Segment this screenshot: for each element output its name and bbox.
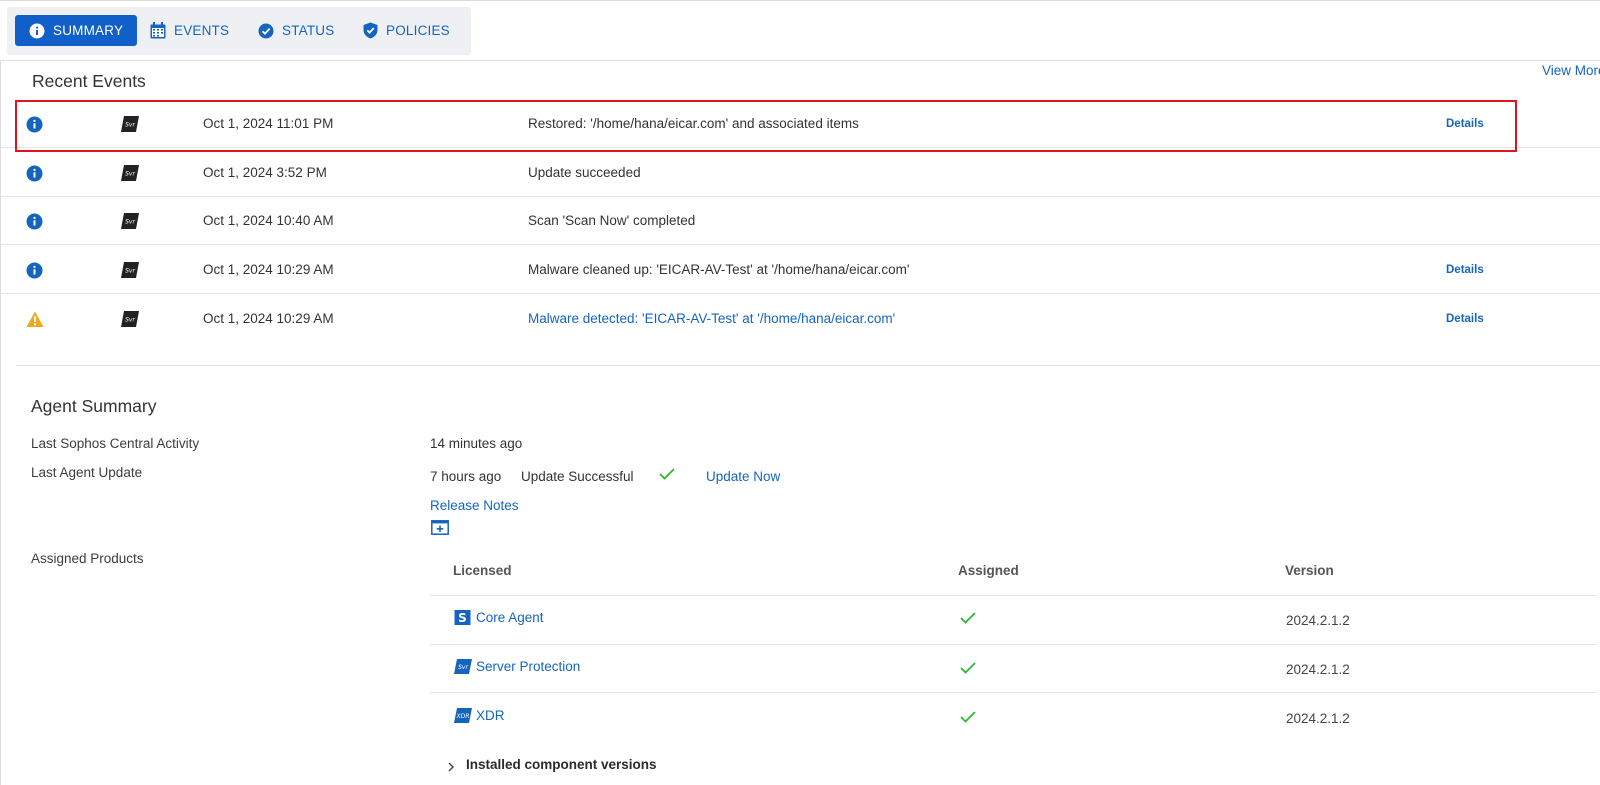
tab-label: POLICIES — [386, 23, 450, 38]
event-date: Oct 1, 2024 10:29 AM — [203, 311, 334, 326]
server-product-icon: Svr — [121, 311, 139, 327]
row-separator — [0, 293, 1600, 294]
tab-label: EVENTS — [174, 23, 230, 38]
event-description: Update succeeded — [528, 165, 641, 180]
event-row: Svr Oct 1, 2024 10:29 AM Malware cleaned… — [0, 246, 1600, 294]
top-border — [0, 0, 1600, 1]
last-agent-update-label: Last Agent Update — [31, 465, 143, 480]
event-description-link[interactable]: Malware detected: 'EICAR-AV-Test' at '/h… — [528, 311, 895, 326]
svg-text:Svr: Svr — [125, 171, 135, 178]
agent-summary-title: Agent Summary — [31, 396, 157, 416]
assigned-check-icon — [960, 662, 976, 674]
last-central-activity-value: 14 minutes ago — [430, 436, 523, 451]
product-version: 2024.2.1.2 — [1286, 711, 1350, 726]
last-central-activity-label: Last Sophos Central Activity — [31, 436, 200, 451]
update-now-link[interactable]: Update Now — [706, 469, 780, 484]
version-column-header: Version — [1285, 563, 1334, 578]
licensed-column-header: Licensed — [453, 563, 512, 578]
event-date: Oct 1, 2024 10:29 AM — [203, 262, 334, 277]
recent-events-title: Recent Events — [32, 71, 146, 91]
check-circle-icon — [258, 23, 274, 39]
product-name: Server Protection — [476, 659, 581, 674]
svg-text:XDR: XDR — [456, 713, 470, 720]
calendar-icon — [150, 22, 166, 39]
row-separator — [0, 244, 1600, 245]
success-check-icon — [659, 468, 675, 480]
tab-status[interactable]: STATUS — [258, 15, 334, 46]
tab-policies[interactable]: POLICIES — [362, 15, 450, 46]
installed-components-toggle[interactable]: Installed component versions — [446, 757, 657, 772]
assigned-products-label: Assigned Products — [31, 551, 144, 566]
event-row: Svr Oct 1, 2024 3:52 PM Update succeeded — [0, 149, 1600, 197]
tab-bar: SUMMARY EVENTS STATUS POLICIES — [7, 7, 471, 55]
installed-components-label: Installed component versions — [466, 757, 657, 772]
event-date: Oct 1, 2024 10:40 AM — [203, 213, 334, 228]
event-row: Svr Oct 1, 2024 10:40 AM Scan 'Scan Now'… — [0, 197, 1600, 245]
svg-text:Svr: Svr — [458, 664, 468, 671]
event-row: Svr Oct 1, 2024 10:29 AM Malware detecte… — [0, 295, 1600, 343]
table-row-separator — [430, 692, 1596, 693]
product-name: Core Agent — [476, 610, 544, 625]
product-version: 2024.2.1.2 — [1286, 613, 1350, 628]
product-xdr[interactable]: XDR XDR — [454, 708, 505, 723]
table-row-separator — [430, 595, 1596, 596]
assigned-check-icon — [960, 711, 976, 723]
chevron-right-icon — [446, 760, 456, 771]
event-details-link[interactable]: Details — [1446, 264, 1484, 276]
table-row-separator — [430, 644, 1596, 645]
tab-summary[interactable]: SUMMARY — [15, 15, 137, 46]
warning-severity-icon — [26, 311, 44, 328]
server-product-icon: Svr — [121, 165, 139, 181]
info-severity-icon — [26, 262, 43, 279]
svg-text:S: S — [458, 611, 467, 625]
event-date: Oct 1, 2024 3:52 PM — [203, 165, 327, 180]
svr-icon: Svr — [454, 659, 472, 674]
view-more-link[interactable]: View More — [1542, 63, 1600, 78]
event-description: Scan 'Scan Now' completed — [528, 213, 696, 228]
svg-text:Svr: Svr — [125, 268, 135, 275]
tab-divider — [0, 60, 1600, 61]
product-server-protection[interactable]: Svr Server Protection — [454, 659, 580, 674]
last-agent-update-value: 7 hours ago — [430, 469, 502, 484]
server-product-icon: Svr — [121, 262, 139, 278]
xdr-icon: XDR — [454, 708, 472, 723]
info-icon — [29, 23, 45, 39]
info-severity-icon — [26, 165, 43, 182]
server-product-icon: Svr — [121, 213, 139, 229]
assigned-check-icon — [960, 612, 976, 624]
shield-check-icon — [362, 22, 378, 39]
product-core-agent[interactable]: S Core Agent — [454, 610, 544, 625]
svg-text:Svr: Svr — [125, 317, 135, 324]
event-description: Malware cleaned up: 'EICAR-AV-Test' at '… — [528, 262, 910, 277]
svg-text:Svr: Svr — [125, 219, 135, 226]
tab-label: SUMMARY — [53, 23, 124, 38]
product-version: 2024.2.1.2 — [1286, 662, 1350, 677]
update-status: Update Successful — [521, 469, 634, 484]
release-notes-link[interactable]: Release Notes — [430, 498, 519, 513]
info-severity-icon — [26, 213, 43, 230]
section-divider — [16, 365, 1600, 366]
tab-events[interactable]: EVENTS — [150, 15, 229, 46]
event-details-link[interactable]: Details — [1446, 313, 1484, 325]
expand-box-icon[interactable] — [431, 519, 449, 535]
highlighted-event-outline — [15, 100, 1517, 152]
sophos-s-icon: S — [454, 610, 471, 625]
tab-label: STATUS — [282, 23, 335, 38]
product-name: XDR — [476, 708, 505, 723]
assigned-column-header: Assigned — [958, 563, 1019, 578]
